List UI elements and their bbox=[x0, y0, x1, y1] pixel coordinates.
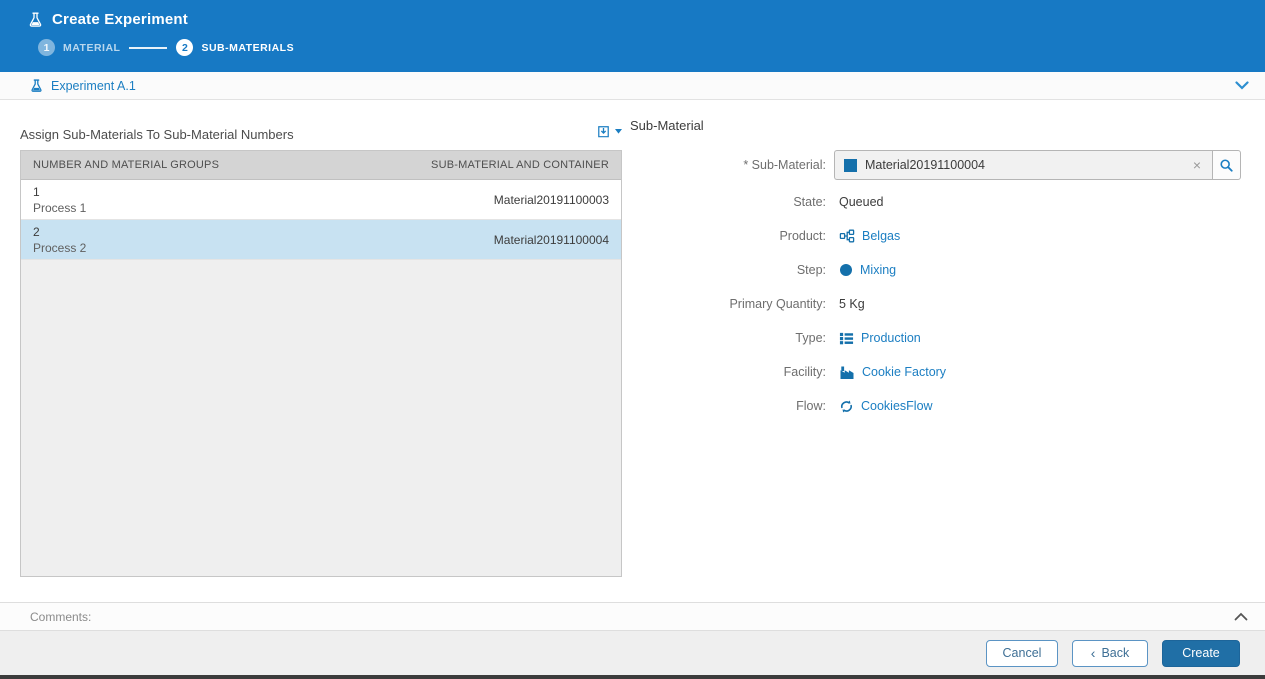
chevron-up-icon[interactable] bbox=[1234, 612, 1248, 621]
step-icon bbox=[839, 263, 853, 277]
table-row[interactable]: 2Process 2 Material20191100004 bbox=[21, 220, 621, 260]
page-title: Create Experiment bbox=[52, 11, 188, 28]
row-number: 1 bbox=[33, 184, 86, 200]
detail-field-row: Facility: Cookie Factory bbox=[630, 355, 1245, 389]
field-value-text: 5 Kg bbox=[839, 297, 865, 311]
detail-field-row: State: Queued bbox=[630, 185, 1245, 219]
content-area: Assign Sub-Materials To Sub-Material Num… bbox=[0, 100, 1265, 602]
field-label: Product: bbox=[630, 229, 826, 243]
field-value-link[interactable]: Mixing bbox=[860, 263, 896, 277]
wizard-step-material[interactable]: 1 MATERIAL bbox=[38, 39, 120, 56]
field-label: Type: bbox=[630, 331, 826, 345]
search-button[interactable] bbox=[1212, 150, 1241, 180]
column-header-submaterial-container: SUB-MATERIAL AND CONTAINER bbox=[431, 159, 609, 171]
chevron-left-icon: ‹ bbox=[1091, 646, 1096, 660]
step-connector bbox=[129, 47, 167, 49]
export-button[interactable] bbox=[595, 123, 622, 142]
footer-actions: Cancel ‹ Back Create bbox=[0, 631, 1265, 675]
sub-material-lookup-row: * Sub-Material: Material20191100004 × bbox=[630, 149, 1245, 181]
type-icon bbox=[839, 331, 854, 346]
field-value-link[interactable]: Belgas bbox=[862, 229, 900, 243]
clear-icon[interactable]: × bbox=[1191, 158, 1203, 172]
column-header-number-groups: NUMBER AND MATERIAL GROUPS bbox=[33, 159, 219, 171]
cell-number-group: 1Process 1 bbox=[33, 184, 86, 216]
material-square-icon bbox=[844, 159, 857, 172]
field-label: Facility: bbox=[630, 365, 826, 379]
field-label: State: bbox=[630, 195, 826, 209]
flow-icon bbox=[839, 399, 854, 414]
cell-number-group: 2Process 2 bbox=[33, 224, 86, 256]
field-value: CookiesFlow bbox=[839, 399, 933, 414]
row-material-group: Process 1 bbox=[33, 200, 86, 216]
cell-sub-material: Material20191100004 bbox=[494, 233, 609, 247]
window-bottom-edge bbox=[0, 675, 1265, 679]
comments-label: Comments: bbox=[30, 610, 91, 624]
field-label: Step: bbox=[630, 263, 826, 277]
field-value-text: Queued bbox=[839, 195, 883, 209]
step-number: 2 bbox=[176, 39, 193, 56]
chevron-down-icon[interactable] bbox=[1235, 81, 1249, 90]
table-body: 1Process 1 Material20191100003 2Process 2 M… bbox=[21, 180, 621, 260]
row-number: 2 bbox=[33, 224, 86, 240]
detail-field-row: Step: Mixing bbox=[630, 253, 1245, 287]
back-button-label: Back bbox=[1101, 646, 1129, 660]
field-value: 5 Kg bbox=[839, 297, 865, 311]
flask-icon bbox=[28, 12, 43, 28]
wizard-header: Create Experiment 1 MATERIAL 2 SUB-MATERIAL… bbox=[0, 0, 1265, 72]
wizard-steps: 1 MATERIAL 2 SUB-MATERIALS bbox=[38, 39, 1265, 56]
field-label: Flow: bbox=[630, 399, 826, 413]
field-value-link[interactable]: Production bbox=[861, 331, 921, 345]
cell-sub-material: Material20191100003 bbox=[494, 193, 609, 207]
sub-material-input[interactable]: Material20191100004 × bbox=[834, 150, 1212, 180]
sub-material-fields: State: Queued Product: Belgas Step: Mixing Pri… bbox=[630, 185, 1245, 423]
field-value-link[interactable]: Cookie Factory bbox=[862, 365, 946, 379]
field-value: Cookie Factory bbox=[839, 365, 946, 380]
step-label: MATERIAL bbox=[63, 42, 120, 54]
detail-field-row: Product: Belgas bbox=[630, 219, 1245, 253]
sub-material-panel: Sub-Material * Sub-Material: Material201… bbox=[630, 118, 1245, 423]
detail-field-row: Type: Production bbox=[630, 321, 1245, 355]
field-value-link[interactable]: CookiesFlow bbox=[861, 399, 933, 413]
flask-icon bbox=[30, 79, 43, 93]
product-icon bbox=[839, 228, 855, 244]
experiment-title: Experiment A.1 bbox=[51, 79, 136, 93]
sub-material-input-value: Material20191100004 bbox=[865, 158, 1183, 172]
detail-field-row: Flow: CookiesFlow bbox=[630, 389, 1245, 423]
field-label: Primary Quantity: bbox=[630, 297, 826, 311]
cancel-button[interactable]: Cancel bbox=[986, 640, 1058, 667]
assign-table: NUMBER AND MATERIAL GROUPS SUB-MATERIAL … bbox=[20, 150, 622, 577]
sub-material-panel-title: Sub-Material bbox=[630, 118, 1245, 133]
back-button[interactable]: ‹ Back bbox=[1072, 640, 1148, 667]
field-value: Queued bbox=[839, 195, 883, 209]
wizard-step-sub-materials[interactable]: 2 SUB-MATERIALS bbox=[176, 39, 294, 56]
assign-panel-title: Assign Sub-Materials To Sub-Material Num… bbox=[20, 127, 294, 142]
facility-icon bbox=[839, 365, 855, 380]
field-value: Production bbox=[839, 331, 921, 346]
caret-down-icon bbox=[615, 129, 622, 134]
field-value: Belgas bbox=[839, 228, 900, 244]
experiment-bar[interactable]: Experiment A.1 bbox=[0, 72, 1265, 100]
step-label: SUB-MATERIALS bbox=[201, 42, 294, 54]
create-button[interactable]: Create bbox=[1162, 640, 1240, 667]
search-icon bbox=[1219, 158, 1234, 173]
assign-panel: Assign Sub-Materials To Sub-Material Num… bbox=[20, 118, 622, 577]
step-number: 1 bbox=[38, 39, 55, 56]
export-download-icon bbox=[595, 123, 612, 140]
table-header-row: NUMBER AND MATERIAL GROUPS SUB-MATERIAL … bbox=[21, 151, 621, 180]
detail-field-row: Primary Quantity: 5 Kg bbox=[630, 287, 1245, 321]
sub-material-field-label: * Sub-Material: bbox=[630, 158, 826, 172]
table-row[interactable]: 1Process 1 Material20191100003 bbox=[21, 180, 621, 220]
row-material-group: Process 2 bbox=[33, 240, 86, 256]
comments-bar[interactable]: Comments: bbox=[0, 602, 1265, 631]
field-value: Mixing bbox=[839, 263, 896, 277]
